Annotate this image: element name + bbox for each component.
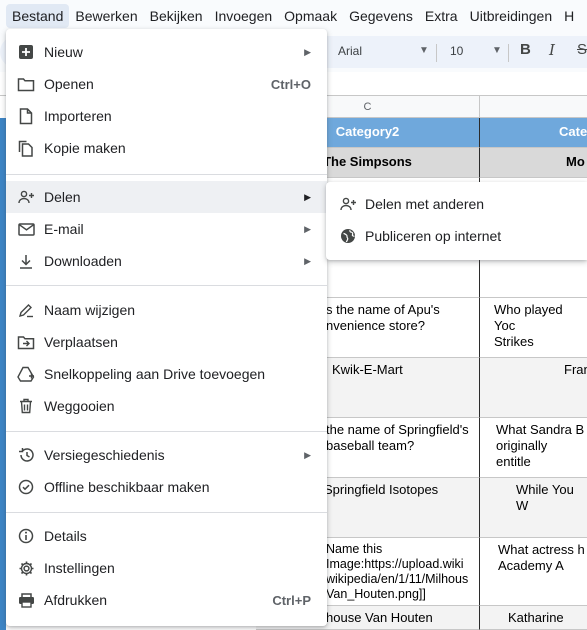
rename-pencil-icon bbox=[16, 300, 36, 320]
menu-item-label: Verplaatsen bbox=[44, 334, 118, 350]
menu-item-label: Afdrukken bbox=[44, 592, 108, 608]
menu-item-label: Nieuw bbox=[44, 44, 83, 60]
share-submenu: Delen met anderen Publiceren op internet bbox=[326, 182, 587, 260]
menu-item-label: Snelkoppeling aan Drive toevoegen bbox=[44, 366, 266, 382]
info-icon bbox=[16, 526, 36, 546]
keyboard-shortcut: Ctrl+O bbox=[270, 76, 311, 92]
toolbar-divider bbox=[508, 44, 509, 62]
menu-item-label: Details bbox=[44, 528, 87, 544]
submenu-arrow-icon: ▶ bbox=[304, 46, 311, 57]
menu-item-share[interactable]: Delen ▶ bbox=[6, 181, 327, 213]
globe-icon bbox=[338, 226, 358, 246]
submenu-item-label: Publiceren op internet bbox=[365, 228, 502, 244]
person-add-icon bbox=[338, 194, 358, 214]
menu-bestand[interactable]: Bestand bbox=[6, 4, 70, 28]
download-icon bbox=[16, 251, 36, 271]
copy-file-icon bbox=[16, 138, 36, 158]
submenu-item-share-with-others[interactable]: Delen met anderen bbox=[326, 188, 587, 220]
menu-invoegen[interactable]: Invoegen bbox=[209, 4, 279, 28]
menu-item-offline[interactable]: Offline beschikbaar maken bbox=[6, 471, 327, 503]
menu-item-rename[interactable]: Naam wijzigen bbox=[6, 294, 327, 326]
menu-gegevens[interactable]: Gegevens bbox=[343, 4, 419, 28]
font-dropdown-icon[interactable]: ▼ bbox=[419, 45, 429, 56]
menu-uitbreidingen[interactable]: Uitbreidingen bbox=[464, 4, 559, 28]
menu-divider bbox=[6, 512, 327, 513]
cell-answer-3b[interactable]: Katharine bbox=[480, 606, 587, 630]
bold-button[interactable]: B bbox=[520, 41, 531, 58]
submenu-arrow-icon: ▶ bbox=[304, 255, 311, 266]
file-menu: Nieuw ▶ Openen Ctrl+O Importeren Kopie m… bbox=[6, 29, 327, 626]
menu-opmaak[interactable]: Opmaak bbox=[278, 4, 343, 28]
menu-bewerken[interactable]: Bewerken bbox=[69, 4, 143, 28]
cell-category3[interactable]: Cate bbox=[480, 118, 587, 148]
gear-icon bbox=[16, 558, 36, 578]
cell-answer-2b[interactable]: While You W bbox=[480, 478, 587, 538]
menu-item-copy[interactable]: Kopie maken bbox=[6, 132, 327, 164]
menu-item-open[interactable]: Openen Ctrl+O bbox=[6, 68, 327, 100]
menu-item-label: Delen bbox=[44, 189, 81, 205]
cell-question-1b[interactable]: Who played Yoc Strikes bbox=[480, 298, 587, 358]
cell-question-3b[interactable]: What actress h Academy A bbox=[480, 538, 587, 606]
italic-button[interactable]: I bbox=[549, 41, 555, 59]
cell-answer-1b[interactable]: Fran bbox=[480, 358, 587, 418]
menu-item-label: Openen bbox=[44, 76, 94, 92]
drive-shortcut-icon bbox=[16, 364, 36, 384]
menu-item-settings[interactable]: Instellingen bbox=[6, 552, 327, 584]
menu-extra[interactable]: Extra bbox=[419, 4, 464, 28]
printer-icon bbox=[16, 590, 36, 610]
keyboard-shortcut: Ctrl+P bbox=[272, 592, 311, 608]
submenu-arrow-icon: ▶ bbox=[304, 223, 311, 234]
menu-item-label: Importeren bbox=[44, 108, 112, 124]
menu-help[interactable]: H bbox=[558, 4, 580, 28]
menu-item-label: Downloaden bbox=[44, 253, 122, 269]
cell-question-2b[interactable]: What Sandra B originally entitle bbox=[480, 418, 587, 478]
menu-bar: Bestand Bewerken Bekijken Invoegen Opmaa… bbox=[0, 0, 587, 32]
person-add-icon bbox=[16, 187, 36, 207]
font-size-select[interactable]: 10 bbox=[450, 44, 463, 58]
font-family-select[interactable]: Arial bbox=[338, 44, 362, 58]
offline-check-icon bbox=[16, 477, 36, 497]
trash-icon bbox=[16, 396, 36, 416]
file-icon bbox=[16, 106, 36, 126]
menu-divider bbox=[6, 285, 327, 286]
cell-movies[interactable]: Mo bbox=[480, 148, 587, 178]
menu-item-email[interactable]: E-mail ▶ bbox=[6, 213, 327, 245]
menu-item-new[interactable]: Nieuw ▶ bbox=[6, 36, 327, 68]
menu-item-details[interactable]: Details bbox=[6, 520, 327, 552]
menu-item-download[interactable]: Downloaden ▶ bbox=[6, 245, 327, 277]
menu-item-label: E-mail bbox=[44, 221, 84, 237]
toolbar-divider bbox=[436, 44, 437, 62]
menu-item-import[interactable]: Importeren bbox=[6, 100, 327, 132]
move-folder-icon bbox=[16, 332, 36, 352]
menu-item-version-history[interactable]: Versiegeschiedenis ▶ bbox=[6, 439, 327, 471]
menu-item-move[interactable]: Verplaatsen bbox=[6, 326, 327, 358]
menu-item-label: Instellingen bbox=[44, 560, 115, 576]
column-header-d[interactable] bbox=[480, 96, 587, 118]
new-sheet-icon bbox=[16, 42, 36, 62]
menu-bekijken[interactable]: Bekijken bbox=[144, 4, 209, 28]
menu-divider bbox=[6, 174, 327, 175]
submenu-item-label: Delen met anderen bbox=[365, 196, 485, 212]
menu-item-label: Versiegeschiedenis bbox=[44, 447, 165, 463]
submenu-arrow-icon: ▶ bbox=[304, 449, 311, 460]
submenu-arrow-icon: ▶ bbox=[304, 191, 311, 202]
submenu-item-publish[interactable]: Publiceren op internet bbox=[326, 220, 587, 252]
menu-divider bbox=[6, 431, 327, 432]
menu-item-label: Offline beschikbaar maken bbox=[44, 479, 210, 495]
strikethrough-button[interactable]: S bbox=[577, 41, 587, 58]
menu-item-label: Naam wijzigen bbox=[44, 302, 136, 318]
menu-item-label: Weggooien bbox=[44, 398, 115, 414]
menu-item-trash[interactable]: Weggooien bbox=[6, 390, 327, 422]
menu-item-label: Kopie maken bbox=[44, 140, 126, 156]
history-icon bbox=[16, 445, 36, 465]
menu-item-print[interactable]: Afdrukken Ctrl+P bbox=[6, 584, 327, 616]
folder-icon bbox=[16, 74, 36, 94]
font-size-dropdown-icon[interactable]: ▼ bbox=[492, 45, 502, 56]
mail-icon bbox=[16, 219, 36, 239]
menu-item-drive-shortcut[interactable]: Snelkoppeling aan Drive toevoegen bbox=[6, 358, 327, 390]
